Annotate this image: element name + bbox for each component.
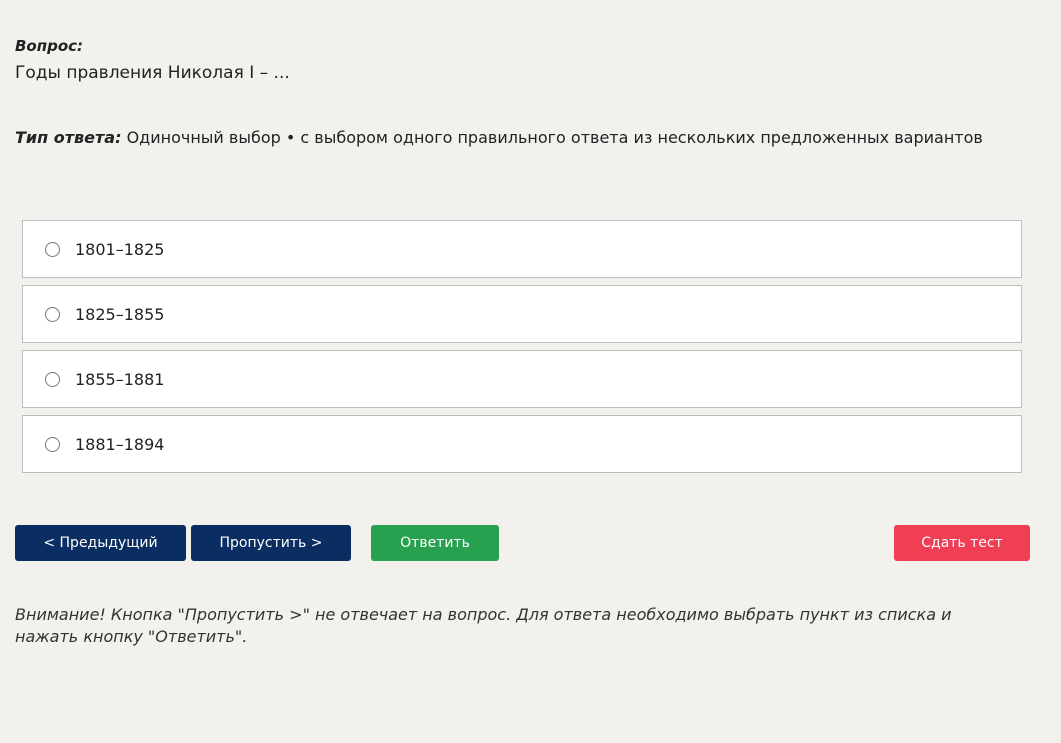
radio-button-2[interactable] bbox=[45, 306, 60, 322]
radio-button-1[interactable] bbox=[45, 241, 60, 257]
answer-type-value: Одиночный выбор • с выбором одного прави… bbox=[126, 128, 983, 147]
radio-button-3[interactable] bbox=[45, 371, 60, 387]
skip-button[interactable]: Пропустить > bbox=[191, 525, 351, 561]
option-label: 1855–1881 bbox=[75, 369, 165, 389]
previous-button[interactable]: < Предыдущий bbox=[15, 525, 186, 561]
answer-type-label: Тип ответа: bbox=[15, 128, 122, 147]
options-list: 1801–1825 1825–1855 1855–1881 1881–1894 bbox=[22, 220, 1022, 480]
submit-test-button[interactable]: Сдать тест bbox=[894, 525, 1030, 561]
question-label: Вопрос: bbox=[15, 37, 84, 55]
warning-text: Внимание! Кнопка "Пропустить >" не отвеч… bbox=[15, 605, 952, 646]
option-label: 1801–1825 bbox=[75, 239, 165, 259]
radio-button-4[interactable] bbox=[45, 436, 60, 452]
answer-button[interactable]: Ответить bbox=[371, 525, 499, 561]
option-label: 1881–1894 bbox=[75, 434, 165, 454]
option-4[interactable]: 1881–1894 bbox=[22, 415, 1022, 473]
question-text: Годы правления Николая I – ... bbox=[15, 63, 290, 83]
option-2[interactable]: 1825–1855 bbox=[22, 285, 1022, 343]
answer-type: Тип ответа: Одиночный выбор • с выбором … bbox=[15, 128, 983, 147]
option-3[interactable]: 1855–1881 bbox=[22, 350, 1022, 408]
option-label: 1825–1855 bbox=[75, 304, 165, 324]
option-1[interactable]: 1801–1825 bbox=[22, 220, 1022, 278]
